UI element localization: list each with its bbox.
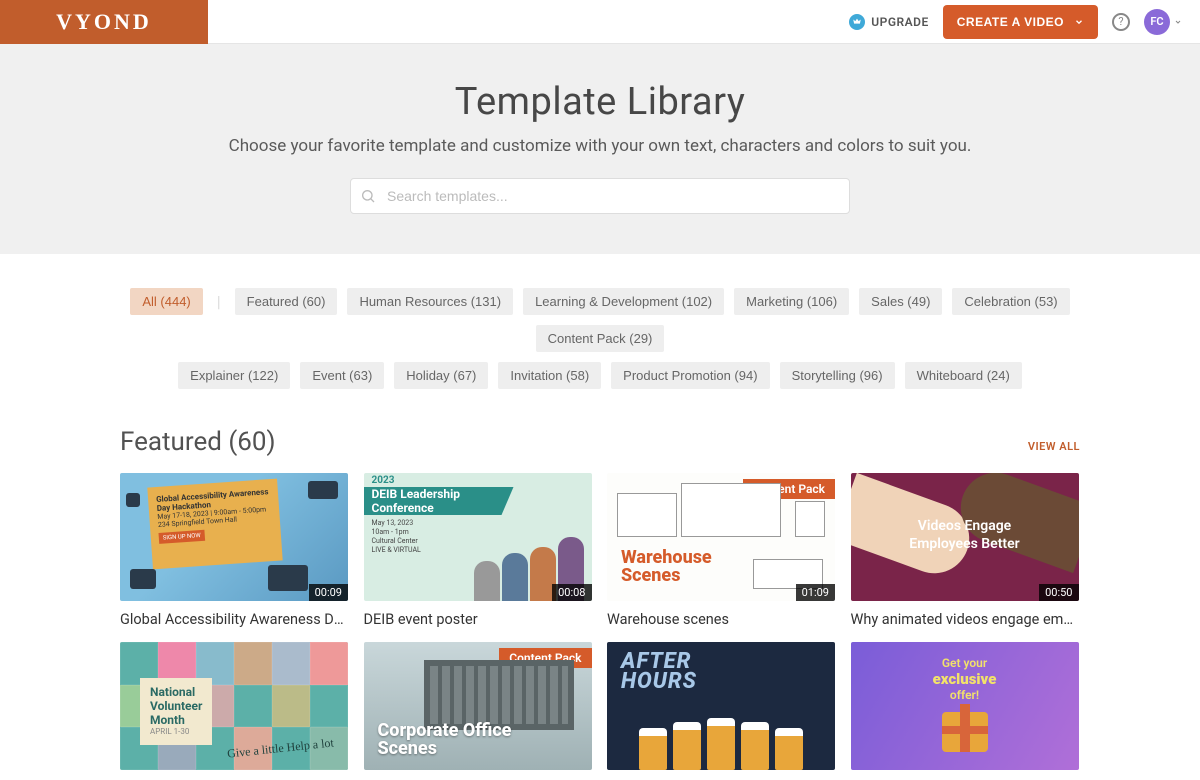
- header-actions: UPGRADE CREATE A VIDEO ? FC: [849, 5, 1200, 39]
- thumbnail: Videos Engage Employees Better 00:50: [851, 473, 1079, 601]
- filter-chip[interactable]: Content Pack (29): [536, 325, 665, 352]
- filter-chip[interactable]: Storytelling (96): [780, 362, 895, 389]
- template-card[interactable]: 2023 DEIB Leadership Conference May 13, …: [364, 473, 594, 628]
- thumbnail: AFTER HOURS: [607, 642, 835, 770]
- template-grid: Global Accessibility Awareness Day Hacka…: [120, 473, 1080, 780]
- filter-row-1: All (444) | Featured (60) Human Resources (…: [120, 288, 1080, 352]
- thumb-text: May 13, 2023 10am - 1pm Cultural Center …: [372, 519, 421, 555]
- page-subtitle: Choose your favorite template and custom…: [0, 136, 1200, 156]
- filter-chip[interactable]: Sales (49): [859, 288, 942, 315]
- template-card[interactable]: Get yourexclusiveoffer!: [851, 642, 1081, 780]
- filter-chip[interactable]: Marketing (106): [734, 288, 849, 315]
- thumbnail: Get yourexclusiveoffer!: [851, 642, 1079, 770]
- thumb-text: SIGN UP NOW: [158, 530, 205, 544]
- thumb-text: APRIL 1-30: [150, 727, 202, 736]
- filter-separator: |: [217, 292, 221, 311]
- logo-text: VYOND: [56, 9, 152, 35]
- duration-badge: 00:09: [309, 584, 348, 601]
- thumb-text: offer!: [950, 688, 979, 702]
- page-title: Template Library: [0, 80, 1200, 124]
- thumb-text: Scenes: [378, 738, 437, 759]
- card-title: Warehouse scenes: [607, 611, 835, 628]
- thumb-text: exclusive: [851, 670, 1079, 688]
- template-card[interactable]: Global Accessibility Awareness Day Hacka…: [120, 473, 350, 628]
- chevron-down-icon: [1074, 17, 1084, 27]
- hero: Template Library Choose your favorite te…: [0, 44, 1200, 254]
- crown-icon: [849, 14, 865, 30]
- template-card[interactable]: Content Pack WarehouseScenes 01:09 Wareh…: [607, 473, 837, 628]
- content: All (444) | Featured (60) Human Resources (…: [120, 254, 1080, 780]
- card-title: Global Accessibility Awareness Day ev...: [120, 611, 348, 628]
- filter-chip[interactable]: Product Promotion (94): [611, 362, 769, 389]
- filter-chip[interactable]: Whiteboard (24): [905, 362, 1022, 389]
- logo[interactable]: VYOND: [0, 0, 208, 44]
- thumb-text: AFTER HOURS: [621, 652, 697, 692]
- thumb-text: National: [150, 685, 195, 699]
- filter-chip[interactable]: Explainer (122): [178, 362, 290, 389]
- filter-row-2: Explainer (122) Event (63) Holiday (67) Inv…: [120, 362, 1080, 389]
- search-icon: [360, 188, 376, 204]
- search-wrap: [350, 178, 850, 214]
- template-card[interactable]: AFTER HOURS: [607, 642, 837, 780]
- filter-chip[interactable]: Invitation (58): [498, 362, 601, 389]
- thumb-text: Videos Engage: [918, 518, 1011, 534]
- user-menu[interactable]: FC: [1144, 9, 1182, 35]
- thumb-text: Month: [150, 713, 185, 727]
- thumbnail: NationalVolunteerMonthAPRIL 1-30 Give a …: [120, 642, 348, 770]
- app-header: VYOND UPGRADE CREATE A VIDEO ? FC: [0, 0, 1200, 44]
- avatar: FC: [1144, 9, 1170, 35]
- view-all-link[interactable]: VIEW ALL: [1028, 440, 1080, 453]
- duration-badge: 01:09: [796, 584, 835, 601]
- thumbnail: Content Pack WarehouseScenes 01:09: [607, 473, 835, 601]
- section-title: Featured (60): [120, 427, 276, 457]
- chevron-down-icon: [1174, 18, 1182, 26]
- template-card[interactable]: NationalVolunteerMonthAPRIL 1-30 Give a …: [120, 642, 350, 780]
- card-title: DEIB event poster: [364, 611, 592, 628]
- filter-chip[interactable]: All (444): [130, 288, 202, 315]
- thumbnail: 2023 DEIB Leadership Conference May 13, …: [364, 473, 592, 601]
- filter-chip[interactable]: Holiday (67): [394, 362, 488, 389]
- template-card[interactable]: Content Pack Corporate OfficeScenes: [364, 642, 594, 780]
- help-icon[interactable]: ?: [1112, 13, 1130, 31]
- filter-chip[interactable]: Event (63): [300, 362, 384, 389]
- create-video-button[interactable]: CREATE A VIDEO: [943, 5, 1098, 39]
- upgrade-label: UPGRADE: [871, 15, 928, 29]
- upgrade-button[interactable]: UPGRADE: [849, 14, 928, 30]
- thumb-text: 2023: [372, 475, 395, 486]
- thumb-text: Volunteer: [150, 699, 202, 713]
- duration-badge: 00:08: [552, 584, 591, 601]
- thumb-text: Employees Better: [909, 536, 1019, 552]
- duration-badge: 00:50: [1039, 584, 1078, 601]
- section-header: Featured (60) VIEW ALL: [120, 427, 1080, 457]
- create-label: CREATE A VIDEO: [957, 15, 1064, 29]
- thumb-text: Get your: [942, 656, 987, 670]
- filter-chip[interactable]: Human Resources (131): [347, 288, 513, 315]
- thumbnail: Content Pack Corporate OfficeScenes: [364, 642, 592, 770]
- card-title: Why animated videos engage employe...: [851, 611, 1079, 628]
- search-input[interactable]: [350, 178, 850, 214]
- thumbnail: Global Accessibility Awareness Day Hacka…: [120, 473, 348, 601]
- filter-chip[interactable]: Learning & Development (102): [523, 288, 724, 315]
- filter-chip[interactable]: Celebration (53): [952, 288, 1069, 315]
- template-card[interactable]: Videos Engage Employees Better 00:50 Why …: [851, 473, 1081, 628]
- thumb-text: Scenes: [621, 565, 680, 586]
- filter-chip[interactable]: Featured (60): [235, 288, 338, 315]
